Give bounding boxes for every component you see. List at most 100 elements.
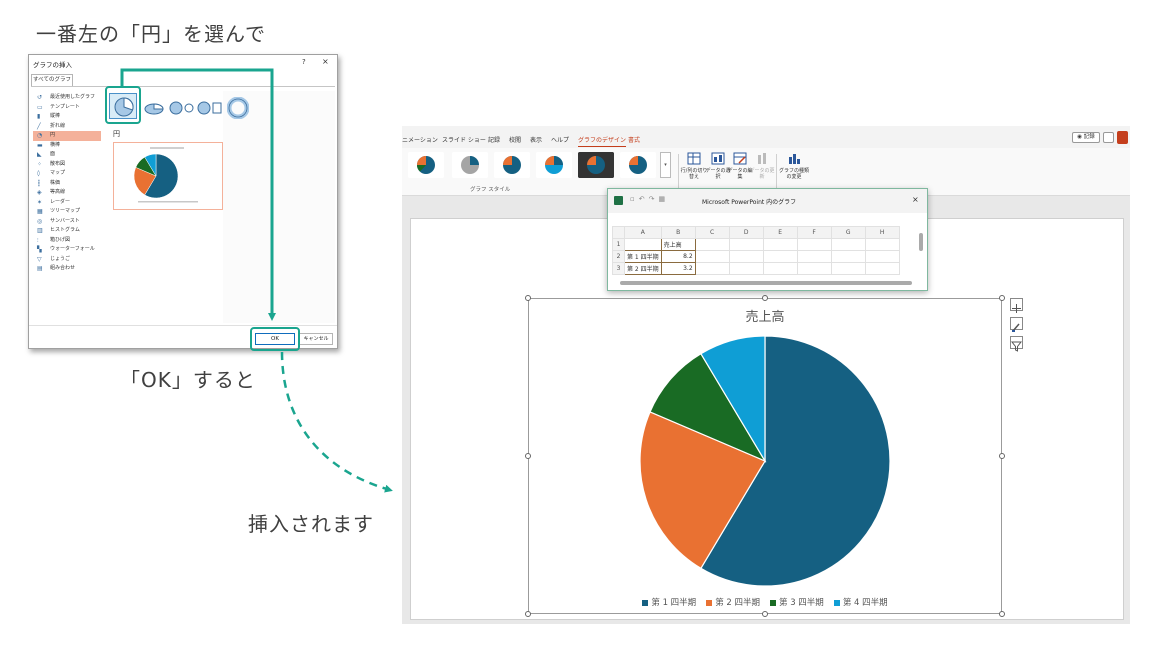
sheet-cell[interactable]: 8.2 [660,250,696,263]
dialog-close-button[interactable]: × [322,57,329,66]
sheet-cell[interactable] [796,238,832,251]
chart-category-item[interactable]: ▭ テンプレート [33,103,101,113]
chart-elements-button[interactable] [1010,298,1023,313]
resize-handle-top-left[interactable] [525,295,531,301]
record-button[interactable]: ◉ 記録 [1072,132,1100,143]
pie-of-pie-type-icon[interactable] [169,101,195,115]
tab-animation[interactable]: ニメーション [402,135,438,144]
chart-category-item[interactable]: ▦ ツリーマップ [33,207,101,217]
resize-handle-left[interactable] [525,453,531,459]
3d-pie-type-icon[interactable] [143,100,165,116]
chart-category-item[interactable]: ⫶ 箱ひげ図 [33,236,101,246]
sheet-cell[interactable] [728,238,764,251]
chart-category-item[interactable]: ▽ じょうご [33,255,101,265]
sheet-cell[interactable] [694,250,730,263]
sheet-cell[interactable]: 売上高 [660,238,696,251]
save-icon[interactable]: ▫ [630,195,639,203]
doughnut-type-icon[interactable] [227,97,249,119]
column-header[interactable]: C [694,226,730,239]
sheet-cell[interactable] [762,238,798,251]
chart-style-2[interactable] [452,152,488,178]
sheet-close-button[interactable]: × [912,195,919,204]
refresh-data-button[interactable]: データの更新 [748,152,776,180]
tab-chart-design[interactable]: グラフのデザイン [578,135,627,147]
sheet-cell[interactable] [830,250,866,263]
sheet-cell[interactable] [694,262,730,275]
chart-category-item[interactable]: ┇ 株価 [33,179,101,189]
legend-entry[interactable]: 第 4 四半期 [833,596,888,608]
sheet-cell[interactable]: 第 2 四半期 [624,262,662,275]
sheet-cell[interactable] [694,238,730,251]
chart-legend[interactable]: 第 1 四半期 第 2 四半期 第 3 四半期 第 4 四半期 [528,596,1002,608]
sheet-cell[interactable] [864,262,900,275]
tab-slideshow[interactable]: スライド ショー [442,135,486,144]
tab-help[interactable]: ヘルプ [551,135,569,144]
column-header[interactable]: G [830,226,866,239]
column-header[interactable]: A [624,226,662,239]
column-header[interactable]: D [728,226,764,239]
cancel-button[interactable]: キャンセル [299,333,333,345]
row-header[interactable]: 2 [612,250,625,263]
chart-category-item[interactable]: ⁘ 散布図 [33,160,101,170]
sheet-cell[interactable] [624,238,662,251]
horizontal-scrollbar[interactable] [620,281,912,285]
sheet-cell[interactable] [864,250,900,263]
chart-style-6[interactable] [620,152,656,178]
redo-icon[interactable]: ↷ [649,195,659,203]
styles-more-button[interactable]: ▾ [660,152,671,178]
resize-handle-top-right[interactable] [999,295,1005,301]
sheet-cell[interactable] [762,262,798,275]
resize-handle-bottom[interactable] [762,611,768,617]
resize-handle-right[interactable] [999,453,1005,459]
legend-entry[interactable]: 第 1 四半期 [642,596,696,608]
sheet-cell[interactable]: 第 1 四半期 [624,250,662,263]
chart-category-item[interactable]: ▮ 縦棒 [33,112,101,122]
chart-filters-button[interactable] [1010,336,1023,352]
chart-category-item[interactable]: ✶ レーダー [33,198,101,208]
legend-entry[interactable]: 第 2 四半期 [706,596,760,608]
help-button[interactable]: ? [302,58,306,66]
share-icon[interactable] [1117,131,1128,144]
chart-category-item[interactable]: ◣ 面 [33,150,101,160]
resize-handle-bottom-left[interactable] [525,611,531,617]
chart-style-3[interactable] [494,152,530,178]
chart-styles-button[interactable] [1010,317,1023,332]
chart-category-item[interactable]: ╱ 折れ線 [33,122,101,132]
sheet-cell[interactable] [796,250,832,263]
resize-handle-top[interactable] [762,295,768,301]
resize-handle-bottom-right[interactable] [999,611,1005,617]
chart-category-item[interactable]: ▚ ウォーターフォール [33,245,101,255]
column-header[interactable]: H [864,226,900,239]
tab-format[interactable]: 書式 [628,135,640,144]
chart-style-1[interactable] [408,152,444,178]
tab-view[interactable]: 表示 [530,135,542,144]
chart-category-item[interactable]: ◎ サンバースト [33,217,101,227]
chart-category-item[interactable]: ↺ 最近使用したグラフ [33,93,101,103]
bar-of-pie-type-icon[interactable] [197,101,223,115]
change-chart-type-button[interactable]: グラフの種類の変更 [778,152,810,180]
vertical-scrollbar[interactable] [919,233,923,251]
legend-entry[interactable]: 第 3 四半期 [770,596,824,608]
pie-chart[interactable] [638,334,892,588]
chart-category-item[interactable]: ▤ 組み合わせ [33,264,101,274]
open-in-excel-icon[interactable]: ▦ [659,195,670,203]
sheet-grid[interactable]: A B C D E F G H 1 売上高 2 第 1 四半期 8.2 3 第 … [612,226,900,275]
sheet-cell[interactable] [830,238,866,251]
chart-category-item[interactable]: ◔ 円 [33,131,101,141]
sheet-cell[interactable] [830,262,866,275]
chart-category-item[interactable]: ◈ 等高線 [33,188,101,198]
chart-style-4[interactable] [536,152,572,178]
sheet-cell[interactable] [728,250,764,263]
tab-record[interactable]: 記録 [488,135,500,144]
column-header[interactable]: E [762,226,798,239]
undo-icon[interactable]: ↶ [639,195,649,203]
chart-category-item[interactable]: ▥ ヒストグラム [33,226,101,236]
sheet-cell[interactable]: 3.2 [660,262,696,275]
comment-icon[interactable] [1103,132,1114,143]
chart-style-5[interactable] [578,152,614,178]
column-header[interactable]: F [796,226,832,239]
column-header[interactable]: B [660,226,696,239]
sheet-cell[interactable] [728,262,764,275]
chart-category-item[interactable]: ◊ マップ [33,169,101,179]
tab-review[interactable]: 校閲 [509,135,521,144]
